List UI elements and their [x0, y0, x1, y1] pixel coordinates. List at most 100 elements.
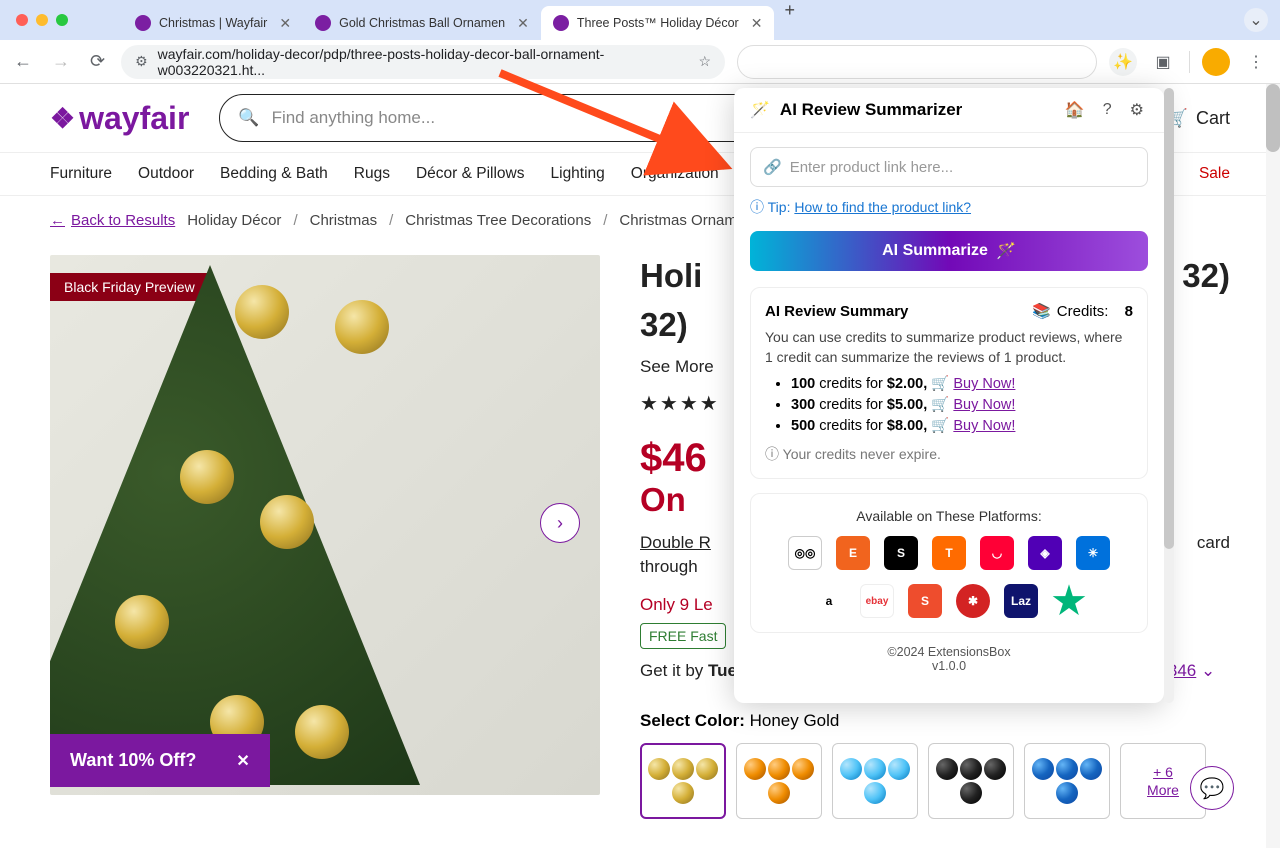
- nav-item[interactable]: Outdoor: [138, 165, 194, 183]
- maximize-window[interactable]: [56, 14, 68, 26]
- tab-1[interactable]: Gold Christmas Ball Ornamen✕: [303, 6, 541, 40]
- site-info-icon[interactable]: ⚙: [135, 53, 148, 70]
- back-button[interactable]: ←: [10, 47, 36, 76]
- platform-etsy-icon[interactable]: E: [836, 536, 870, 570]
- nav-item[interactable]: Rugs: [354, 165, 390, 183]
- free-shipping-badge: FREE Fast: [640, 623, 726, 649]
- back-to-results[interactable]: ←Back to Results: [50, 212, 175, 229]
- platform-shein-icon[interactable]: S: [884, 536, 918, 570]
- info-icon: ⓘ: [765, 446, 779, 462]
- logo-icon: ❖: [50, 102, 75, 135]
- browser-toolbar: ← → ⟳ ⚙ wayfair.com/holiday-decor/pdp/th…: [0, 40, 1280, 84]
- minimize-window[interactable]: [36, 14, 48, 26]
- next-image-button[interactable]: ›: [540, 503, 580, 543]
- platform-tripadvisor-icon[interactable]: ◎◎: [788, 536, 822, 570]
- crumb[interactable]: Christmas: [310, 212, 378, 229]
- card-description: You can use credits to summarize product…: [765, 328, 1133, 367]
- credits-note: ⓘ Your credits never expire.: [765, 444, 1133, 464]
- ai-summarize-button[interactable]: AI Summarize🪄: [750, 231, 1148, 271]
- nav-item[interactable]: Furniture: [50, 165, 112, 183]
- product-image[interactable]: Black Friday Preview › Want 10% Off?✕: [50, 255, 600, 795]
- reload-button[interactable]: ⟳: [86, 47, 109, 76]
- platforms-title: Available on These Platforms:: [765, 508, 1133, 524]
- input-placeholder: Enter product link here...: [790, 159, 953, 176]
- nav-item[interactable]: Lighting: [551, 165, 605, 183]
- swatch-orange[interactable]: [736, 743, 822, 819]
- tab-title: Three Posts™ Holiday Décor: [577, 16, 739, 30]
- nav-sale[interactable]: Sale: [1199, 165, 1230, 183]
- address-bar[interactable]: ⚙ wayfair.com/holiday-decor/pdp/three-po…: [121, 45, 725, 79]
- popup-title: AI Review Summarizer: [780, 100, 1051, 120]
- crumb[interactable]: Christmas Tree Decorations: [405, 212, 591, 229]
- platform-bestbuy-icon[interactable]: ◈: [1028, 536, 1062, 570]
- tip-row: ⓘ Tip: How to find the product link?: [750, 197, 1148, 217]
- extensions-icon[interactable]: ▣: [1149, 48, 1177, 76]
- tip-link[interactable]: How to find the product link?: [794, 199, 971, 215]
- promo-badge: Black Friday Preview: [50, 273, 209, 301]
- platform-amazon-icon[interactable]: a: [812, 584, 846, 618]
- promo-banner[interactable]: Want 10% Off?✕: [50, 734, 270, 787]
- extension-popup: 🪄 AI Review Summarizer 🏠 ? ⚙ 🔗 Enter pro…: [734, 88, 1164, 703]
- swatch-honey-gold[interactable]: [640, 743, 726, 819]
- wand-icon: 🪄: [750, 100, 770, 120]
- platform-shopee-icon[interactable]: S: [908, 584, 942, 618]
- chat-button[interactable]: 💬: [1190, 766, 1234, 810]
- arrow-left-icon: ←: [50, 212, 65, 229]
- product-link-input[interactable]: 🔗 Enter product link here...: [750, 147, 1148, 187]
- platform-yelp-icon[interactable]: ✱: [956, 584, 990, 618]
- favicon: [553, 15, 569, 31]
- window-controls: [16, 14, 68, 26]
- link-icon: 🔗: [763, 158, 782, 176]
- chevron-down-icon[interactable]: ⌄: [1201, 661, 1215, 680]
- buy-link[interactable]: Buy Now!: [953, 376, 1015, 392]
- close-window[interactable]: [16, 14, 28, 26]
- nav-item[interactable]: Organization: [631, 165, 719, 183]
- search-input[interactable]: 🔍 Find anything home...: [219, 94, 819, 142]
- search-sidebar[interactable]: [737, 45, 1097, 79]
- home-icon[interactable]: 🏠: [1061, 100, 1089, 120]
- page-scrollbar[interactable]: [1266, 84, 1280, 848]
- buy-link[interactable]: Buy Now!: [953, 397, 1015, 413]
- platform-aliexpress-icon[interactable]: ◡: [980, 536, 1014, 570]
- cart-link[interactable]: 🛒Cart: [1166, 108, 1230, 129]
- platform-walmart-icon[interactable]: ✳: [1076, 536, 1110, 570]
- menu-icon[interactable]: ⋮: [1242, 48, 1270, 76]
- close-icon[interactable]: ✕: [236, 751, 249, 771]
- credits-icon: 📚: [1032, 302, 1051, 320]
- tab-list-button[interactable]: ⌄: [1244, 8, 1268, 32]
- forward-button[interactable]: →: [48, 47, 74, 76]
- platform-lazada-icon[interactable]: Laz: [1004, 584, 1038, 618]
- new-tab-button[interactable]: +: [774, 0, 805, 40]
- swatch-blue[interactable]: [1024, 743, 1110, 819]
- platforms-card: Available on These Platforms: ◎◎ E S T ◡…: [750, 493, 1148, 633]
- close-tab-icon[interactable]: ✕: [279, 15, 291, 32]
- bookmark-icon[interactable]: ☆: [698, 53, 711, 70]
- price-row: 300 credits for $5.00, 🛒 Buy Now!: [791, 396, 1133, 413]
- platform-trustpilot-icon[interactable]: [1052, 584, 1086, 618]
- crumb[interactable]: Holiday Décor: [187, 212, 281, 229]
- tab-0[interactable]: Christmas | Wayfair✕: [123, 6, 303, 40]
- nav-item[interactable]: Décor & Pillows: [416, 165, 525, 183]
- ornament: [235, 285, 289, 339]
- swatch-black[interactable]: [928, 743, 1014, 819]
- gear-icon[interactable]: ⚙: [1126, 100, 1148, 120]
- platform-ebay-icon[interactable]: ebay: [860, 584, 894, 618]
- extension-summarizer-icon[interactable]: ✨: [1109, 48, 1137, 76]
- pricing-list: 100 credits for $2.00, 🛒 Buy Now! 300 cr…: [765, 375, 1133, 434]
- scrollbar-thumb[interactable]: [1266, 84, 1280, 152]
- popup-scrollbar-thumb[interactable]: [1164, 88, 1174, 549]
- nav-item[interactable]: Bedding & Bath: [220, 165, 328, 183]
- tab-2[interactable]: Three Posts™ Holiday Décor ✕: [541, 6, 775, 40]
- swatch-light-blue[interactable]: [832, 743, 918, 819]
- color-selector-label: Select Color: Honey Gold: [640, 711, 1230, 731]
- wayfair-logo[interactable]: ❖wayfair: [50, 100, 189, 137]
- platform-temu-icon[interactable]: T: [932, 536, 966, 570]
- color-swatches: + 6More: [640, 743, 1230, 819]
- close-tab-icon[interactable]: ✕: [517, 15, 529, 32]
- browser-tab-strip: Christmas | Wayfair✕ Gold Christmas Ball…: [0, 0, 1280, 40]
- close-tab-icon[interactable]: ✕: [751, 15, 763, 32]
- popup-footer: ©2024 ExtensionsBox v1.0.0: [750, 633, 1148, 689]
- profile-avatar[interactable]: [1202, 48, 1230, 76]
- buy-link[interactable]: Buy Now!: [953, 418, 1015, 434]
- help-icon[interactable]: ?: [1099, 101, 1116, 119]
